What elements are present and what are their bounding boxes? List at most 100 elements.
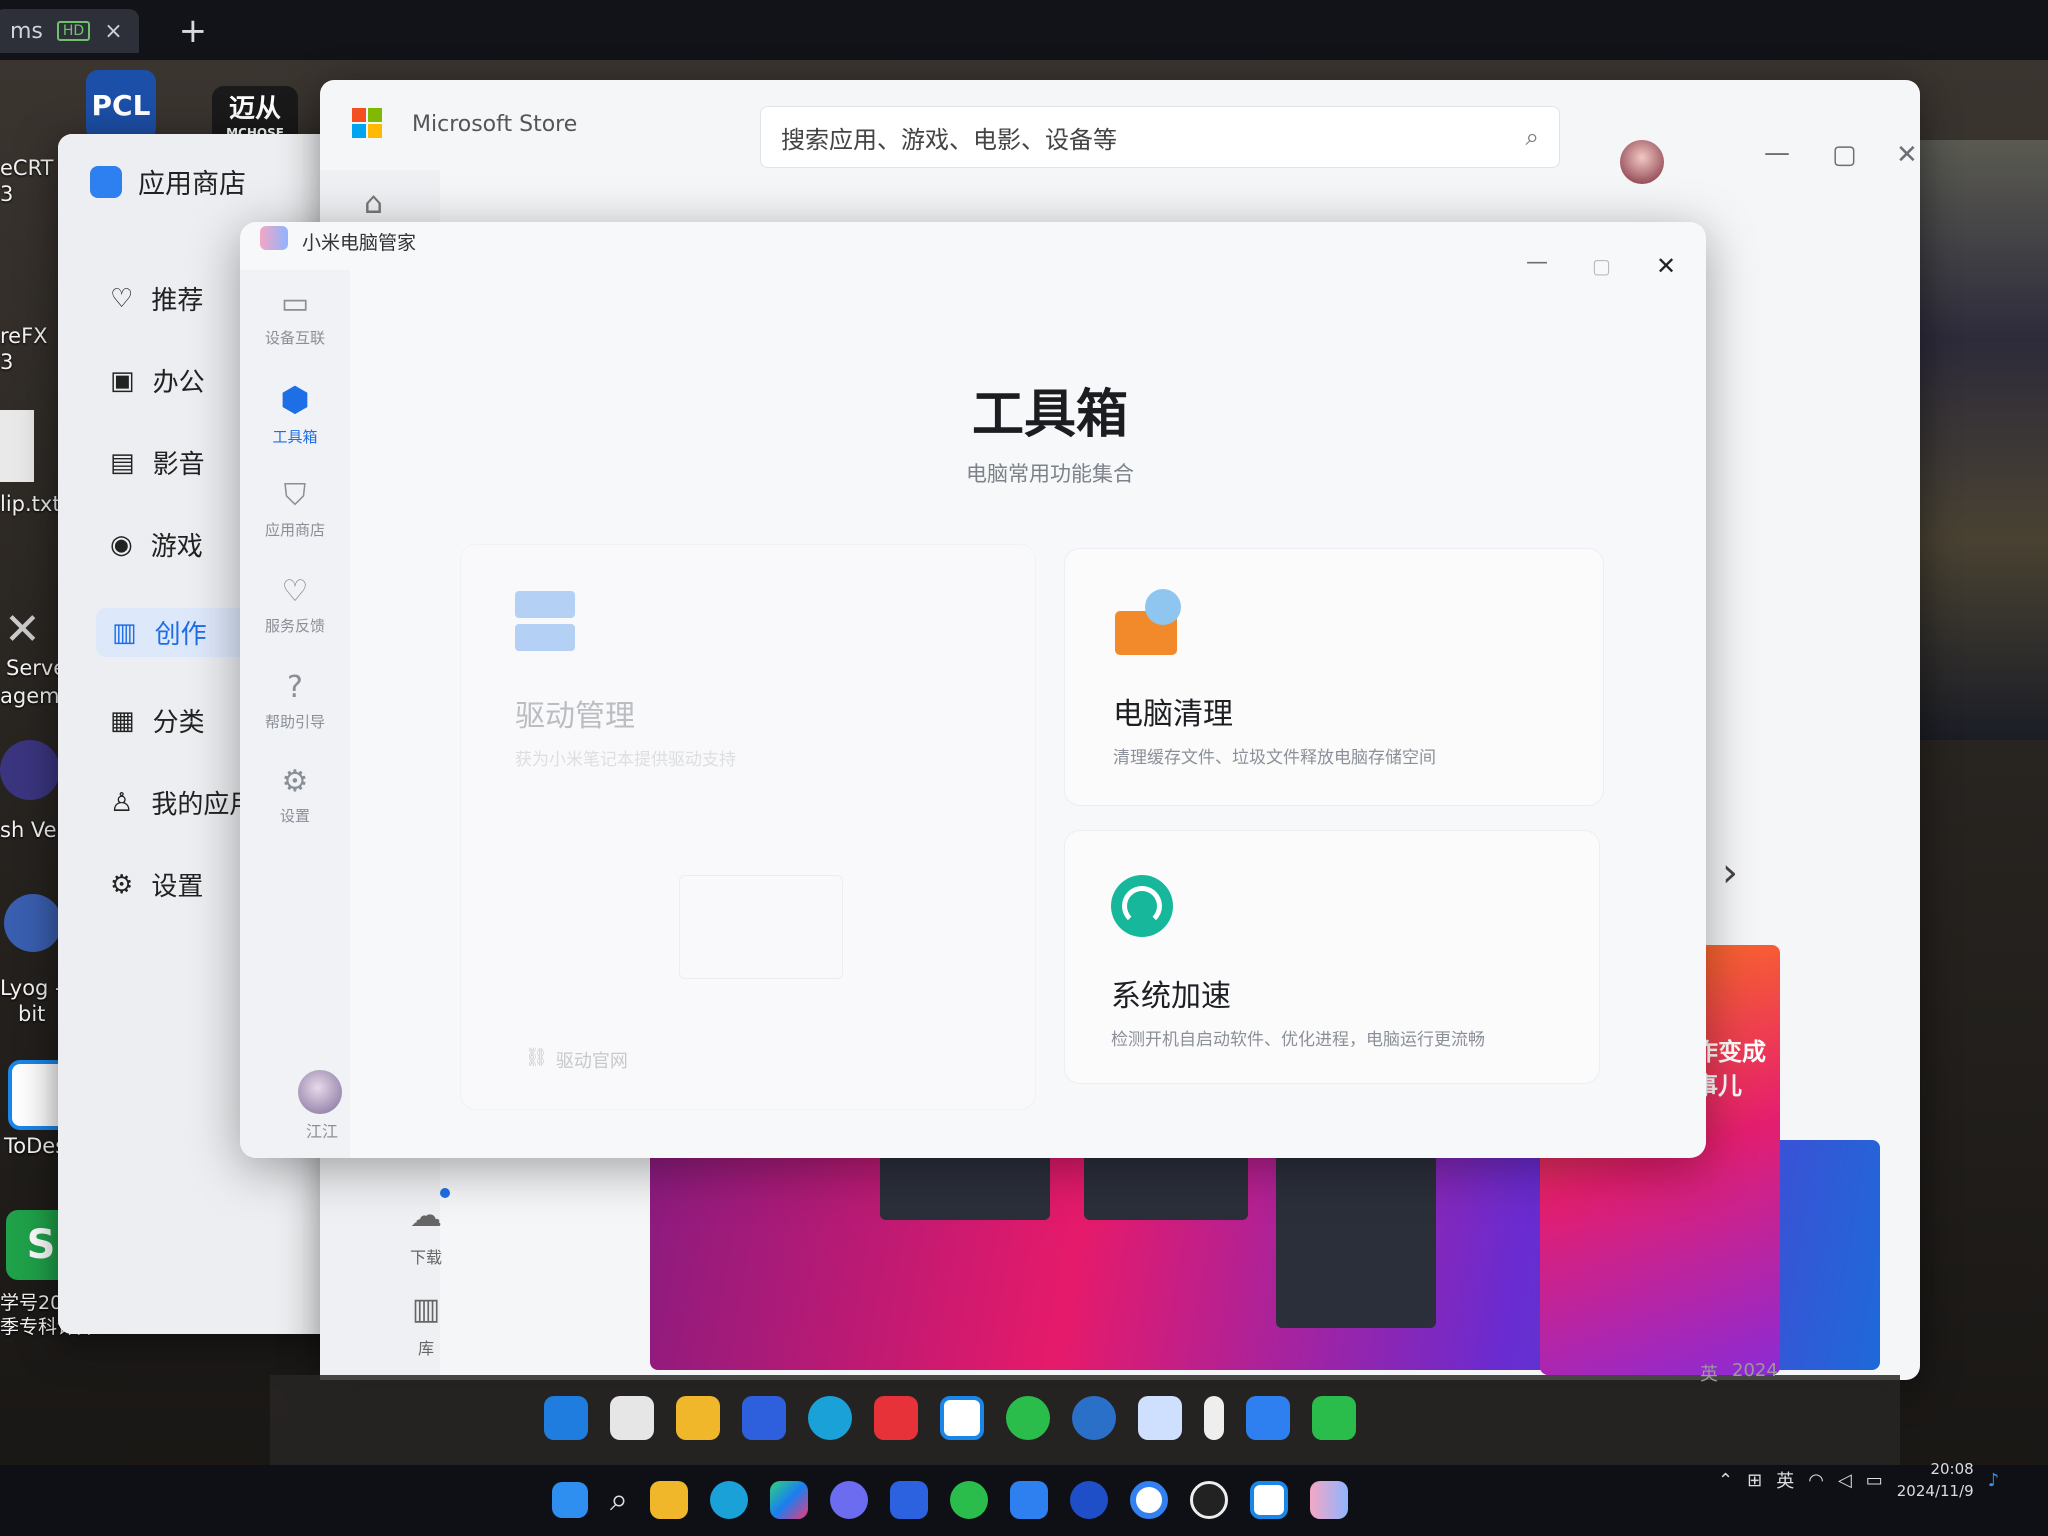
system-tray: ⌃ ⊞ 英 ◠ ◁ ▭ 20:08 2024/11/9 ♪ bbox=[1718, 1458, 1999, 1502]
store-icon[interactable] bbox=[742, 1396, 786, 1440]
pc-manager-icon[interactable] bbox=[1309, 1480, 1348, 1519]
edge-icon[interactable] bbox=[808, 1396, 852, 1440]
explorer-icon[interactable] bbox=[649, 1480, 688, 1519]
app-store-icon[interactable] bbox=[1246, 1396, 1290, 1440]
ms-minimize-button[interactable]: — bbox=[1764, 138, 1790, 168]
toolbox-icon: ⬢ bbox=[280, 380, 310, 420]
app-icon[interactable] bbox=[1129, 1480, 1168, 1519]
pc-close-button[interactable]: ✕ bbox=[1656, 252, 1676, 280]
app-store-icon[interactable] bbox=[1009, 1480, 1048, 1519]
steam-icon[interactable] bbox=[1072, 1396, 1116, 1440]
qq-icon[interactable] bbox=[1189, 1480, 1228, 1519]
nav-item-create[interactable]: ▥ 创作 bbox=[96, 608, 256, 657]
clean-card[interactable]: 电脑清理 清理缓存文件、垃圾文件释放电脑存储空间 bbox=[1064, 548, 1604, 806]
home-icon[interactable]: ⌂ bbox=[364, 186, 383, 221]
ms-maximize-button[interactable]: ▢ bbox=[1832, 140, 1857, 170]
start-icon[interactable] bbox=[552, 1481, 588, 1518]
nav-label: 办公 bbox=[152, 368, 205, 398]
ime-indicator[interactable]: 英 bbox=[1776, 1467, 1794, 1493]
explorer-icon[interactable] bbox=[676, 1396, 720, 1440]
desktop-label: bit bbox=[18, 1002, 46, 1026]
search-input[interactable]: 搜索应用、游戏、电影、设备等 bbox=[781, 120, 1117, 155]
edge-icon[interactable] bbox=[709, 1480, 748, 1519]
task-view-icon[interactable] bbox=[610, 1396, 654, 1440]
nav-item-category[interactable]: ▦ 分类 bbox=[110, 702, 255, 739]
pcl-icon[interactable]: PCL bbox=[86, 70, 156, 140]
app-icon[interactable] bbox=[829, 1480, 868, 1519]
broom-folder-icon bbox=[1115, 589, 1185, 655]
desktop-label[interactable]: lip.txt bbox=[0, 492, 61, 516]
nav-label: 游戏 bbox=[150, 532, 203, 562]
ms-store-search[interactable]: 搜索应用、游戏、电影、设备等 ⌕ bbox=[760, 106, 1560, 168]
speed-card[interactable]: 系统加速 检测开机自启动软件、优化进程，电脑运行更流畅 bbox=[1064, 830, 1600, 1084]
nav-label: 推荐 bbox=[151, 286, 204, 316]
search-icon[interactable]: ⌕ bbox=[610, 1480, 628, 1519]
nav-item-recommend[interactable]: ♡ 推荐 bbox=[110, 280, 255, 317]
notification-bell-icon[interactable]: ♪ bbox=[1988, 1470, 2000, 1491]
desktop-label[interactable]: reFX bbox=[0, 324, 48, 348]
rail-label: 下载 bbox=[409, 1248, 442, 1267]
ms-rail-downloads[interactable]: ☁ 下载 bbox=[396, 1196, 456, 1268]
ms-rail-library[interactable]: ▥ 库 bbox=[396, 1292, 456, 1359]
battery-icon[interactable]: ▭ bbox=[1866, 1470, 1883, 1491]
pc-maximize-button[interactable]: ▢ bbox=[1592, 254, 1611, 278]
volume-icon[interactable]: ◁ bbox=[1838, 1470, 1852, 1491]
wechat-icon[interactable] bbox=[949, 1480, 988, 1519]
start-icon[interactable] bbox=[544, 1396, 588, 1440]
search-icon[interactable]: ⌕ bbox=[1526, 123, 1539, 151]
clash-icon bbox=[0, 740, 60, 800]
app-icon[interactable] bbox=[769, 1480, 808, 1519]
browser-tab-bar: ms HD × + bbox=[0, 0, 2048, 62]
netease-music-icon[interactable] bbox=[874, 1396, 918, 1440]
carousel-next-button[interactable]: › bbox=[1722, 850, 1738, 896]
nav-item-games[interactable]: ◉ 游戏 bbox=[110, 526, 255, 563]
app-icon[interactable] bbox=[1069, 1480, 1108, 1519]
user-name: 江江 bbox=[306, 1122, 339, 1141]
lyog-icon bbox=[4, 894, 62, 952]
wechat-icon[interactable] bbox=[1312, 1396, 1356, 1440]
pc-minimize-button[interactable]: — bbox=[1526, 250, 1548, 275]
tab-close-icon[interactable]: × bbox=[104, 19, 122, 44]
nav-label: 创作 bbox=[154, 620, 207, 650]
inner-ime-indicator[interactable]: 英 bbox=[1700, 1360, 1718, 1386]
user-avatar[interactable] bbox=[298, 1070, 342, 1114]
nav-item-office[interactable]: ▣ 办公 bbox=[110, 362, 255, 399]
wechat-icon[interactable] bbox=[1006, 1396, 1050, 1440]
rail-item-feedback[interactable]: ♡ 服务反馈 bbox=[240, 574, 350, 670]
rail-item-help[interactable]: ? 帮助引导 bbox=[240, 670, 350, 764]
avatar[interactable] bbox=[1620, 140, 1664, 184]
nav-item-media[interactable]: ▤ 影音 bbox=[110, 444, 255, 481]
desktop-label[interactable]: eCRT bbox=[0, 156, 53, 180]
rail-item-devices[interactable]: ▭ 设备互联 bbox=[240, 286, 350, 380]
nav-label: 影音 bbox=[152, 450, 205, 480]
inner-tray-year: 2024 bbox=[1732, 1360, 1778, 1381]
desktop-label: 3 bbox=[0, 350, 14, 374]
new-tab-button[interactable]: + bbox=[179, 11, 208, 51]
app-icon[interactable] bbox=[889, 1480, 928, 1519]
wifi-icon[interactable]: ◠ bbox=[1808, 1470, 1824, 1491]
rail-item-store[interactable]: ⛉ 应用商店 bbox=[240, 478, 350, 574]
rail-label: 帮助引导 bbox=[264, 713, 325, 731]
todesk-icon[interactable] bbox=[940, 1396, 984, 1440]
background-blur bbox=[1920, 140, 2048, 740]
nav-item-settings[interactable]: ⚙ 设置 bbox=[110, 866, 255, 903]
pc-manager-icon[interactable] bbox=[1138, 1396, 1182, 1440]
browser-tab[interactable]: ms HD × bbox=[0, 9, 139, 53]
rail-label: 工具箱 bbox=[272, 428, 318, 446]
chevron-up-icon[interactable]: ⌃ bbox=[1718, 1470, 1733, 1491]
driver-card[interactable]: 驱动管理 获为小米笔记本提供驱动支持 ⛓ 驱动官网 bbox=[460, 544, 1036, 1110]
speed-desc: 检测开机自启动软件、优化进程，电脑运行更流畅 bbox=[1111, 1030, 1485, 1050]
promo-thumbnail bbox=[880, 1150, 1050, 1220]
nav-item-my-apps[interactable]: ♙ 我的应用 bbox=[110, 784, 255, 821]
rail-item-toolbox[interactable]: ⬢ 工具箱 bbox=[240, 380, 350, 478]
clock[interactable]: 20:08 2024/11/9 bbox=[1897, 1458, 1974, 1502]
network-icon[interactable]: ⊞ bbox=[1747, 1470, 1762, 1491]
driver-website-link[interactable]: ⛓ 驱动官网 bbox=[525, 1047, 628, 1073]
todesk-icon[interactable] bbox=[1249, 1480, 1288, 1519]
phone-icon[interactable] bbox=[1204, 1396, 1224, 1440]
help-icon: ? bbox=[287, 670, 303, 705]
clean-desc: 清理缓存文件、垃圾文件释放电脑存储空间 bbox=[1113, 748, 1436, 768]
rail-item-settings[interactable]: ⚙ 设置 bbox=[240, 764, 350, 858]
link-icon: ⛓ bbox=[525, 1047, 548, 1068]
ms-close-button[interactable]: ✕ bbox=[1896, 140, 1918, 170]
